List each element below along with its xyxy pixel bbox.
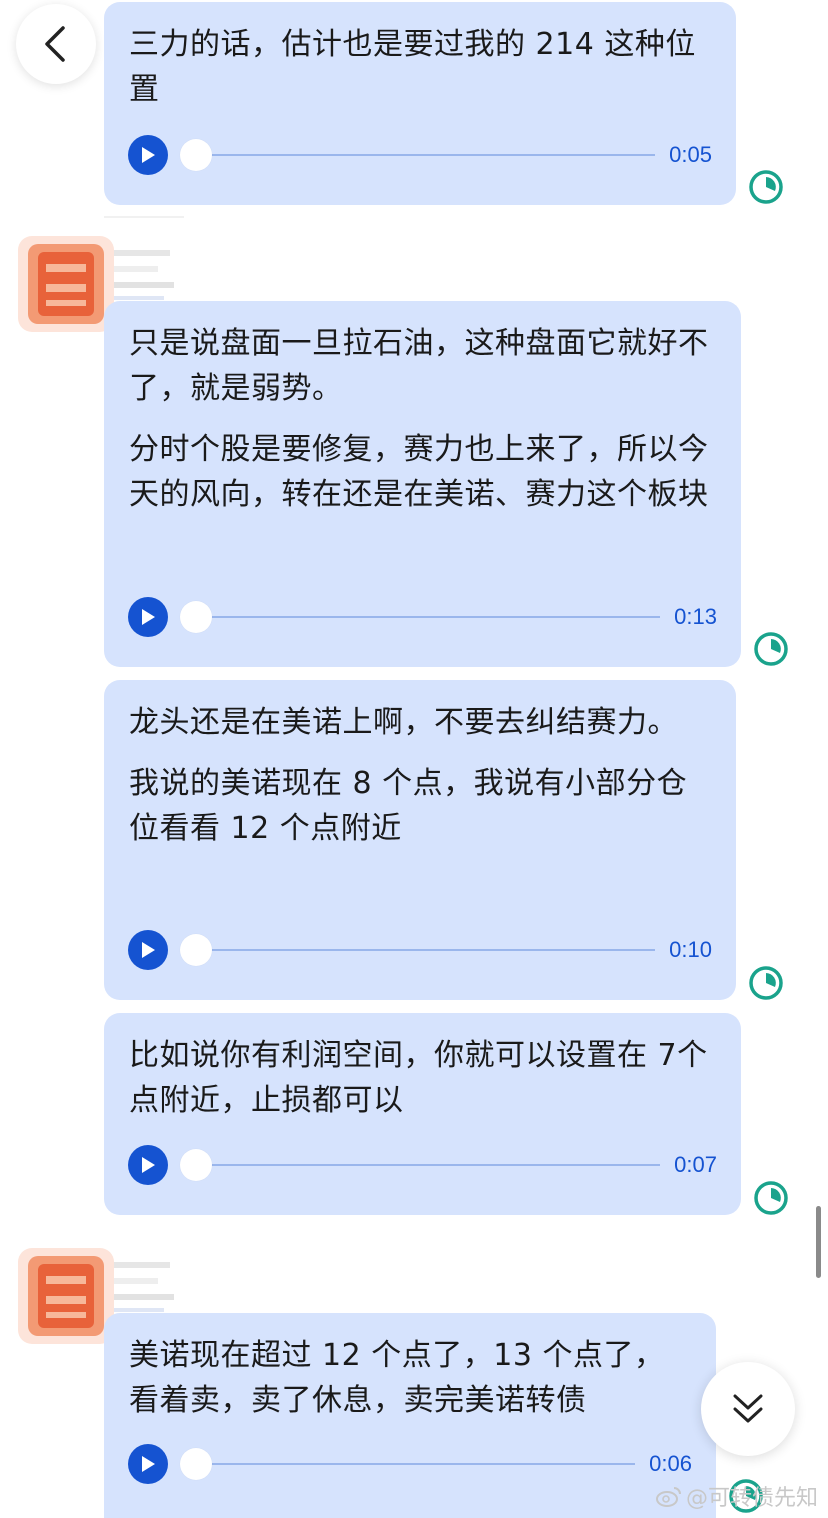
play-button[interactable]	[128, 597, 168, 637]
clock-status-icon	[749, 170, 783, 204]
watermark-text: @可转债先知	[685, 1486, 818, 1511]
audio-player: 0:05	[128, 134, 712, 176]
play-button[interactable]	[128, 1145, 168, 1185]
audio-progress-slider[interactable]	[180, 1149, 661, 1181]
transcript-text: 只是说盘面一旦拉石油，这种盘面它就好不了，就是弱势。	[129, 326, 709, 406]
audio-player: 0:06	[128, 1443, 692, 1485]
progress-knob[interactable]	[180, 1149, 212, 1181]
voice-message-bubble[interactable]: 美诺现在超过 12 个点了，13 个点了，看着卖，卖了休息，卖完美诺转债 0:0…	[104, 1313, 716, 1518]
progress-knob[interactable]	[180, 139, 212, 171]
transcript-text: 比如说你有利润空间，你就可以设置在 7个点附近，止损都可以	[129, 1038, 708, 1118]
audio-player: 0:13	[128, 596, 717, 638]
audio-player: 0:10	[128, 929, 712, 971]
chevron-left-icon	[45, 26, 65, 62]
transcript-text: 龙头还是在美诺上啊，不要去纠结赛力。	[129, 705, 678, 740]
clock-status-icon	[754, 632, 788, 666]
progress-track	[188, 949, 656, 951]
progress-track	[188, 1164, 661, 1166]
audio-progress-slider[interactable]	[180, 139, 656, 171]
play-button[interactable]	[128, 930, 168, 970]
voice-message-bubble[interactable]: 三力的话，估计也是要过我的 214 这种位置 0:05	[104, 2, 736, 205]
clock-status-icon	[754, 1181, 788, 1215]
play-icon	[142, 147, 155, 163]
play-icon	[142, 1456, 155, 1472]
audio-duration: 0:13	[674, 604, 717, 629]
double-chevron-down-icon	[733, 1394, 763, 1423]
back-button[interactable]	[16, 4, 96, 84]
progress-knob[interactable]	[180, 601, 212, 633]
progress-track	[188, 154, 656, 156]
weibo-logo-icon	[655, 1487, 681, 1507]
play-button[interactable]	[128, 135, 168, 175]
audio-duration: 0:06	[649, 1451, 692, 1476]
transcript-text: 三力的话，估计也是要过我的 214 这种位置	[129, 27, 696, 107]
clock-status-icon	[749, 966, 783, 1000]
scroll-to-bottom-button[interactable]	[701, 1362, 795, 1456]
progress-track	[188, 1463, 636, 1465]
voice-message-bubble[interactable]: 龙头还是在美诺上啊，不要去纠结赛力。 我说的美诺现在 8 个点，我说有小部分仓位…	[104, 680, 736, 1000]
play-icon	[142, 1157, 155, 1173]
play-icon	[142, 942, 155, 958]
audio-duration: 0:07	[674, 1152, 717, 1177]
progress-track	[188, 616, 661, 618]
audio-duration: 0:10	[669, 937, 712, 962]
scrollbar-thumb[interactable]	[816, 1206, 821, 1278]
watermark: @可转债先知	[655, 1480, 818, 1512]
transcript-text: 我说的美诺现在 8 个点，我说有小部分仓位看看 12 个点附近	[129, 766, 688, 846]
audio-duration: 0:05	[669, 142, 712, 167]
audio-progress-slider[interactable]	[180, 601, 661, 633]
progress-knob[interactable]	[180, 1448, 212, 1480]
audio-progress-slider[interactable]	[180, 1448, 636, 1480]
progress-knob[interactable]	[180, 934, 212, 966]
transcript-text: 分时个股是要修复，赛力也上来了，所以今天的风向，转在还是在美诺、赛力这个板块	[129, 432, 709, 512]
play-icon	[142, 609, 155, 625]
audio-progress-slider[interactable]	[180, 934, 656, 966]
play-button[interactable]	[128, 1444, 168, 1484]
transcript-text: 美诺现在超过 12 个点了，13 个点了，看着卖，卖了休息，卖完美诺转债	[129, 1338, 665, 1418]
voice-message-bubble[interactable]: 比如说你有利润空间，你就可以设置在 7个点附近，止损都可以 0:07	[104, 1013, 741, 1215]
divider	[104, 216, 184, 218]
voice-message-bubble[interactable]: 只是说盘面一旦拉石油，这种盘面它就好不了，就是弱势。 分时个股是要修复，赛力也上…	[104, 301, 741, 667]
audio-player: 0:07	[128, 1144, 717, 1186]
